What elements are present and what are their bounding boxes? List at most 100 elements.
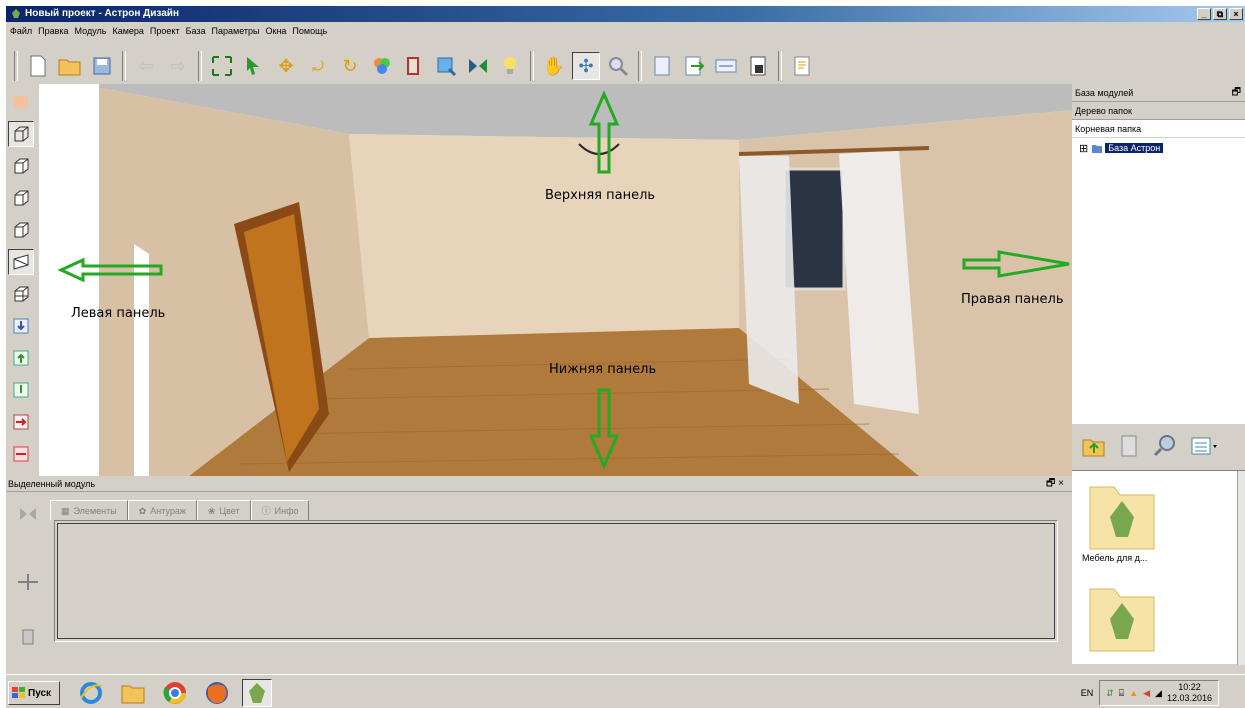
folder-tree-header: Дерево папок [1072, 102, 1245, 120]
mirror-icon[interactable] [464, 52, 492, 80]
clock-time: 10:22 [1178, 682, 1201, 692]
menu-project[interactable]: Проект [150, 26, 180, 36]
selected-module-header: Выделенный модуль 🗗 × [6, 476, 1072, 492]
zoom-icon[interactable] [432, 52, 460, 80]
signal-icon[interactable]: ◢ [1155, 688, 1162, 699]
select-icon[interactable] [208, 52, 236, 80]
save-icon[interactable] [88, 52, 116, 80]
firefox-icon[interactable] [202, 679, 232, 707]
page-icon[interactable] [648, 52, 676, 80]
search-icon[interactable] [1152, 434, 1178, 461]
title-bar: Новый проект - Астрон Дизайн _ ⧉ × [6, 6, 1245, 22]
toolbar-separator [638, 51, 642, 81]
menu-module[interactable]: Модуль [75, 26, 107, 36]
volume-icon[interactable]: ◀ [1143, 688, 1150, 699]
align-stretch-icon[interactable] [8, 441, 34, 467]
align-fill-icon[interactable] [8, 377, 34, 403]
light-bulb-icon[interactable] [496, 52, 524, 80]
color-palette-icon[interactable] [368, 52, 396, 80]
ie-icon[interactable] [76, 679, 106, 707]
close-button[interactable]: × [1229, 8, 1243, 20]
magnifier-icon[interactable] [604, 52, 632, 80]
file-list: Мебель для д... [1072, 470, 1245, 665]
top-panel-label: Верхняя панель [545, 188, 656, 203]
root-folder-header: Корневая папка [1072, 120, 1245, 138]
wall-view-icon[interactable] [8, 89, 34, 115]
module-base-header: База модулей 🗗 [1072, 84, 1245, 102]
pin-icon[interactable]: 🗗 [1232, 84, 1241, 102]
module-content-area [54, 520, 1058, 642]
cube-view-right-icon[interactable] [8, 217, 34, 243]
toolbar-separator [122, 51, 126, 81]
start-button[interactable]: Пуск [8, 681, 60, 705]
panel-controls[interactable]: 🗗 × [1046, 476, 1064, 492]
cube-view-3d-icon[interactable] [8, 281, 34, 307]
folder-up-icon[interactable] [1082, 435, 1106, 460]
redo-icon[interactable]: ⇨ [164, 52, 192, 80]
network-icon[interactable]: ⇵ [1106, 688, 1114, 699]
main-toolbar: ⇦ ⇨ ✥ ⤾ ↻ ✋ ✣ [6, 46, 1245, 86]
toolbar-separator [198, 51, 202, 81]
cube-view-left-icon[interactable] [8, 185, 34, 211]
explorer-icon[interactable] [118, 679, 148, 707]
minimize-button[interactable]: _ [1197, 8, 1211, 20]
tab-color[interactable]: ❀ Цвет [196, 500, 251, 520]
height-slider-icon[interactable] [16, 570, 40, 594]
3d-viewport[interactable]: Верхняя панель Левая панель Правая панел… [39, 84, 1075, 476]
rotate-icon[interactable]: ↻ [336, 52, 364, 80]
tree-item-label: База Астрон [1105, 143, 1164, 153]
clock[interactable]: 10:22 12.03.2016 [1167, 682, 1212, 704]
menu-file[interactable]: Файл [10, 26, 32, 36]
menu-base[interactable]: База [186, 26, 206, 36]
view-mode-icon[interactable] [1190, 435, 1218, 460]
orbit-icon[interactable]: ✣ [572, 52, 600, 80]
cube-view-front-icon[interactable] [8, 121, 34, 147]
door-icon[interactable] [400, 52, 428, 80]
hand-icon[interactable]: ✋ [540, 52, 568, 80]
report-icon[interactable] [788, 52, 816, 80]
language-indicator[interactable]: EN [1081, 688, 1094, 698]
chrome-icon[interactable] [160, 679, 190, 707]
tab-elements[interactable]: ▦ Элементы [50, 500, 128, 520]
astron-design-taskbar-icon[interactable] [242, 679, 272, 707]
toolbar-separator [14, 51, 18, 81]
export-icon[interactable] [680, 52, 708, 80]
tab-entourage[interactable]: ✿ Антураж [127, 500, 197, 520]
undo-icon[interactable]: ⇦ [132, 52, 160, 80]
usb-icon[interactable]: ⌸ [1119, 688, 1124, 699]
file-cabinet-icon[interactable] [1118, 434, 1140, 461]
move-icon[interactable]: ✥ [272, 52, 300, 80]
menu-edit[interactable]: Правка [38, 26, 68, 36]
cube-view-top-icon[interactable] [8, 249, 34, 275]
align-right-icon[interactable] [8, 409, 34, 435]
menu-camera[interactable]: Камера [112, 26, 143, 36]
file-list-scrollbar[interactable] [1237, 471, 1245, 665]
delete-icon[interactable] [16, 624, 40, 648]
expand-icon[interactable]: ⊞ [1079, 142, 1088, 155]
selected-module-title: Выделенный модуль [8, 479, 96, 489]
tree-item-base-astron[interactable]: ⊞ База Астрон [1072, 141, 1245, 155]
restore-button[interactable]: ⧉ [1213, 8, 1227, 20]
folder-label[interactable]: Мебель для д... [1082, 553, 1147, 563]
menu-parameters[interactable]: Параметры [212, 26, 260, 36]
pointer-icon[interactable] [240, 52, 268, 80]
folder-furniture-icon[interactable] [1088, 479, 1156, 551]
print-icon[interactable] [744, 52, 772, 80]
mirror-module-icon[interactable] [16, 502, 40, 526]
tab-info[interactable]: ⓘ Инфо [250, 500, 310, 520]
menu-windows[interactable]: Окна [266, 26, 287, 36]
tray-app-icon[interactable]: ▲ [1129, 688, 1138, 698]
rotate-90-icon[interactable]: ⤾ [304, 52, 332, 80]
dimension-icon[interactable] [712, 52, 740, 80]
module-base-title: База модулей [1075, 88, 1134, 98]
left-panel-label: Левая панель [71, 306, 166, 321]
right-panel-label: Правая панель [961, 292, 1064, 307]
folder-second-icon[interactable] [1088, 581, 1156, 653]
new-file-icon[interactable] [24, 52, 52, 80]
cube-view-back-icon[interactable] [8, 153, 34, 179]
align-down-icon[interactable] [8, 313, 34, 339]
open-folder-icon[interactable] [56, 52, 84, 80]
align-up-icon[interactable] [8, 345, 34, 371]
menu-help[interactable]: Помощь [292, 26, 327, 36]
taskbar: Пуск EN ⇵ ⌸ ▲ ◀ ◢ 10:22 12.03.2016 [6, 674, 1245, 708]
